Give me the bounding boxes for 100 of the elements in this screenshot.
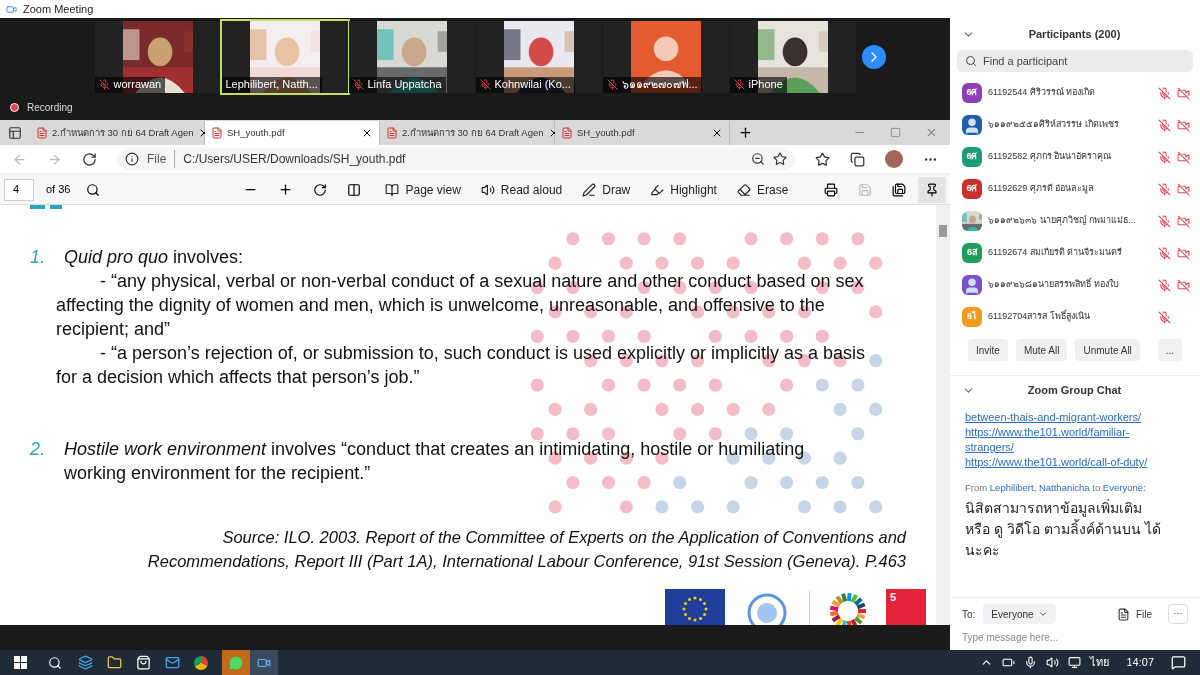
tab-actions-icon[interactable] [8,126,22,140]
participant-name: Lephilibert, Natth... [225,77,318,93]
search-icon[interactable] [48,655,62,670]
sdg-goal-tile: 5 [886,589,926,625]
video-tile[interactable]: Kohnwilai (Ko... [475,20,602,93]
store-icon[interactable] [136,655,151,670]
browser-tab[interactable]: SH_youth.pdf [205,121,380,145]
participant-row[interactable]: 6ศ 61192582 ศุภกร อินนาอัคราคุณ [950,141,1200,173]
tool-icon [582,182,597,197]
muted-mic-icon [1158,150,1171,164]
address-text: C:/Users/USER/Downloads/SH_youth.pdf [183,151,406,168]
panel-button[interactable]: Unmute All [1075,339,1140,361]
quote-text: - “any physical, verbal or non-verbal conduct of a sexual nature and other conduct based on sex affecting the dignity of women and men, which is unwelcome, unreasonable, and offensive to the recipient; and” [56,270,865,341]
browser-tab[interactable]: SH_youth.pdf [555,121,730,145]
language-indicator[interactable]: ไทย [1090,654,1110,671]
chat-link[interactable]: https://www.the101.world/call-of-duty/ [965,455,1170,470]
participant-name: ๖๑๑๙๒๗๐๗ฟ... [621,77,698,93]
pdf-icon [36,127,48,139]
panel-button[interactable]: ... [1157,339,1182,361]
muted-mic-icon [1158,182,1171,196]
notifications-icon[interactable] [1171,655,1186,670]
participant-name: Kohnwilai (Ko... [494,77,571,93]
muted-mic-icon [1158,86,1171,100]
message-input[interactable]: Type message here... [962,624,1188,650]
participant-row[interactable]: 6ไ 61192704สารส โพธิ์สูงเนิน [950,301,1200,333]
source-citation: Source: ILO. 2003. Report of the Committee of Experts on the Application of Conventions and Recommendations, Report III (Part 1A), International Labour Conference, 91st Session (Geneva). P.463 [146,527,906,572]
page-number-field[interactable]: 4 [4,178,34,201]
fit-width-icon[interactable] [347,182,362,197]
panel-title: Participants (200) [1027,26,1122,42]
video-tile[interactable]: iPhone [729,20,856,93]
pdf-icon [211,127,223,139]
chat-link[interactable]: between-thais-and-migrant-workers/ [965,410,1170,425]
rotate-icon[interactable] [313,182,328,197]
participant-row[interactable]: 6ศ 61192629 ศุภรดี อ่อนละมูล [950,173,1200,205]
eu-flag-icon [665,589,725,625]
video-tile[interactable]: Linfa Uppatcha [348,20,475,93]
participant-row[interactable]: ๖๑๑๙๒๖๘๑นายสรรพสิทธิ์ ทองใบ [950,269,1200,301]
new-tab-icon[interactable] [738,125,753,140]
zoom-app-icon[interactable] [250,650,278,675]
participant-name: 61192704สารส โพธิ์สูงเนิน [988,310,1091,324]
favorites-icon[interactable] [815,151,830,167]
toolbar-button[interactable]: Page view [377,177,469,202]
zoom-icon[interactable] [751,152,765,166]
clock[interactable]: 14:07 [1126,654,1154,671]
scrollbar-thumb[interactable] [939,225,947,237]
profile-avatar[interactable] [885,150,903,168]
participant-name: iPhone [748,77,783,93]
muted-mic-icon [1158,214,1171,228]
chrome-icon[interactable] [194,655,208,670]
chat-message: นิสิตสามารถหาข้อมูลเพิ่มเติม หรือ ดู วิดีโอ ตามลิ้งค์ด้านบน ได้นะคะ [965,498,1162,560]
participant-row[interactable]: 6ส 61192674 สมเกียรติ ด่านจีระมนตรี [950,237,1200,269]
to-label: To: [962,607,976,622]
participant-row[interactable]: ๖๑๑๙๒๕๕๑ศิริห์สวรรษ เกิดเพชร [950,109,1200,141]
reload-icon[interactable] [82,151,97,167]
search-icon[interactable] [86,182,101,197]
video-tile[interactable]: Lephilibert, Natth... [221,20,348,93]
muted-mic-icon [1158,278,1171,292]
participant-row[interactable]: 6ศ 61192544 ศิริวรรณ์ ทองเกิด [950,77,1200,109]
save-as-icon[interactable] [892,182,906,197]
participant-row[interactable]: ๖๑๑๙๒๖๓๖ นายศุภวิชญ์ กพมาแม่ธ... [950,205,1200,237]
video-tile[interactable]: ๖๑๑๙๒๗๐๗ฟ... [602,20,729,93]
participant-avatar: 6ศ [962,147,982,167]
next-page-button[interactable] [862,44,886,69]
pin-icon[interactable] [925,182,939,197]
file-button[interactable]: File [1108,606,1160,622]
battery-icon[interactable] [1002,656,1016,669]
recipient-dropdown[interactable]: Everyone [983,604,1056,624]
toolbar-button[interactable]: Read aloud [472,177,571,202]
toolbar-button[interactable]: Draw [574,177,639,202]
caret-icon [1037,609,1048,619]
toolbar-button[interactable]: Highlight [642,177,725,202]
participant-name: 61192629 ศุภรดี อ่อนละมูล [988,182,1096,196]
collections-icon[interactable] [850,151,865,167]
muted-mic-icon [1158,246,1171,260]
more-button[interactable]: ··· [1168,604,1188,624]
toolbar-button[interactable]: Erase [728,177,797,202]
info-icon [125,152,139,166]
list-number: 1. [30,246,46,269]
list-number: 2. [30,438,46,461]
tool-icon [385,182,400,197]
recording-icon [10,103,19,112]
zoom-logo-icon [6,3,17,15]
participant-avatar: 6ศ [962,179,982,199]
panel-button[interactable]: Invite [968,339,1008,361]
search-field[interactable]: Find a participant [957,50,1193,72]
folder-icon[interactable] [107,655,122,670]
list-item-text: Quid pro quo involves: [64,246,245,269]
participant-name: 61192544 ศิริวรรณ์ ทองเกิด [988,86,1097,100]
video-tile[interactable]: worrawan [94,20,221,93]
print-icon[interactable] [824,182,838,197]
mail-icon[interactable] [165,655,180,670]
mic-icon[interactable] [1024,656,1038,669]
participant-name: ๖๑๑๙๒๖๓๖ นายศุภวิชญ์ กพมาแม่ธ... [988,214,1137,228]
panel-button[interactable]: Mute All [1015,339,1068,361]
favorite-icon[interactable] [773,152,787,166]
participant-avatar: 6ไ [962,307,982,327]
address-bar[interactable]: File C:/Users/USER/Downloads/SH_youth.pdf [117,148,795,170]
zoom-in-icon[interactable] [278,182,294,197]
tool-icon [736,182,751,197]
participant-avatar: 6ส [962,243,982,263]
